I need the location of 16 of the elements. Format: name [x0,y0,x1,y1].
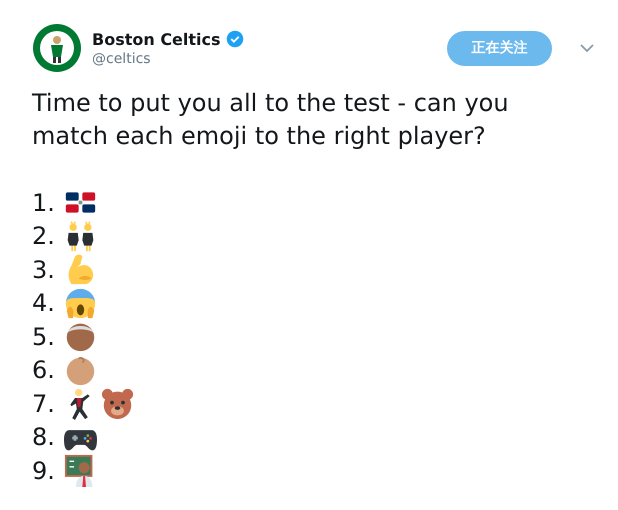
list-number: 6. [32,356,56,384]
list-number: 7. [32,390,56,418]
account-name[interactable]: Boston Celtics [92,30,221,48]
screaming-face-icon [64,286,97,320]
chevron-down-icon[interactable] [580,44,594,52]
account-handle[interactable]: @celtics [92,50,437,66]
list-number: 3. [32,256,56,284]
list-number: 9. [32,456,56,485]
list-number: 5. [32,322,56,351]
list-number: 1. [32,188,56,217]
bear-face-icon [101,387,134,420]
logo-avatar [32,23,82,73]
list-number: 2. [32,222,56,250]
list-number: 4. [32,289,56,318]
list-number: 8. [32,423,56,452]
tweet-text: Time to put you all to the test - can you match each emoji to the right player? [32,88,510,152]
